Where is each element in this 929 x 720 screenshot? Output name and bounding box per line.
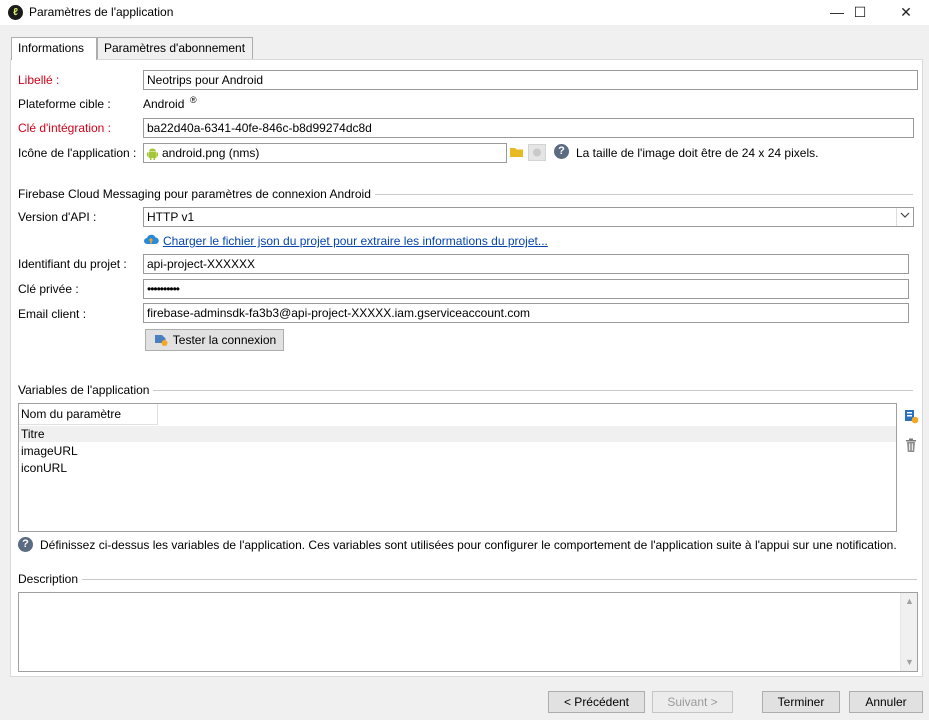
close-button[interactable]: ✕: [883, 0, 929, 25]
add-variable-icon[interactable]: [903, 408, 919, 424]
scroll-up-icon[interactable]: ▲: [901, 593, 918, 610]
test-connection-button[interactable]: Tester la connexion: [145, 329, 284, 351]
description-section-divider: [18, 579, 917, 580]
test-connection-label: Tester la connexion: [172, 333, 277, 347]
variables-section-title: Variables de l'application: [18, 383, 154, 397]
platform-value: Android: [143, 97, 185, 111]
cancel-button[interactable]: Annuler: [849, 691, 923, 713]
window-title: Paramètres de l'application: [29, 5, 174, 19]
libelle-field[interactable]: Neotrips pour Android: [143, 70, 918, 90]
description-scrollbar[interactable]: ▲ ▼: [900, 593, 917, 671]
chevron-down-icon[interactable]: [896, 208, 913, 226]
platform-label: Plateforme cible :: [18, 97, 111, 111]
maximize-button[interactable]: ☐: [837, 0, 883, 25]
trash-icon[interactable]: [903, 437, 919, 453]
private-key-field[interactable]: ••••••••••: [143, 279, 909, 299]
column-header-param-name[interactable]: Nom du paramètre: [19, 404, 158, 425]
connection-test-icon: [154, 333, 169, 347]
table-row[interactable]: Titre: [19, 426, 896, 442]
variables-help-text: Définissez ci-dessus les variables de l'…: [40, 538, 897, 552]
private-key-label: Clé privée :: [18, 282, 79, 296]
folder-icon[interactable]: [509, 145, 525, 160]
client-email-field[interactable]: firebase-adminsdk-fa3b3@api-project-XXXX…: [143, 303, 909, 323]
help-icon: ?: [554, 144, 569, 159]
project-id-field[interactable]: api-project-XXXXXX: [143, 254, 909, 274]
finish-button[interactable]: Terminer: [762, 691, 840, 713]
description-section-title: Description: [18, 572, 83, 586]
description-textarea[interactable]: ▲ ▼: [18, 592, 918, 672]
icon-size-hint: La taille de l'image doit être de 24 x 2…: [576, 146, 819, 160]
variables-table[interactable]: Nom du paramètre Titre imageURL iconURL: [18, 403, 897, 532]
project-id-label: Identifiant du projet :: [18, 257, 127, 271]
tab-strip: Informations Paramètres d'abonnement: [11, 37, 922, 60]
client-email-label: Email client :: [18, 307, 87, 321]
title-bar: ℓ Paramètres de l'application — ☐ ✕: [0, 0, 929, 25]
scroll-down-icon[interactable]: ▼: [901, 654, 918, 671]
app-icon-label: Icône de l'application :: [18, 146, 137, 160]
help-icon: ?: [18, 537, 33, 552]
table-row[interactable]: iconURL: [19, 460, 896, 476]
cloud-upload-icon: [143, 232, 159, 247]
app-icon-field[interactable]: android.png (nms): [143, 143, 507, 163]
tab-subscription-settings[interactable]: Paramètres d'abonnement: [97, 37, 253, 59]
table-row[interactable]: imageURL: [19, 443, 896, 459]
app-icon-value: android.png (nms): [162, 146, 260, 160]
integration-key-label: Clé d'intégration :: [18, 121, 112, 135]
registered-mark: ®: [190, 95, 197, 105]
clear-icon[interactable]: [528, 144, 546, 161]
upload-json-link[interactable]: Charger le fichier json du projet pour e…: [163, 234, 548, 248]
libelle-label: Libellé :: [18, 73, 60, 87]
app-icon: ℓ: [8, 5, 23, 20]
android-icon: [147, 147, 158, 160]
api-version-select[interactable]: HTTP v1: [143, 207, 914, 227]
next-button[interactable]: Suivant >: [652, 691, 733, 713]
previous-button[interactable]: < Précédent: [548, 691, 645, 713]
api-version-label: Version d'API :: [18, 210, 97, 224]
firebase-section-title: Firebase Cloud Messaging pour paramètres…: [18, 187, 375, 201]
api-version-value: HTTP v1: [147, 210, 195, 224]
tab-informations[interactable]: Informations: [11, 37, 97, 60]
integration-key-field[interactable]: ba22d40a-6341-40fe-846c-b8d99274dc8d: [143, 118, 914, 138]
